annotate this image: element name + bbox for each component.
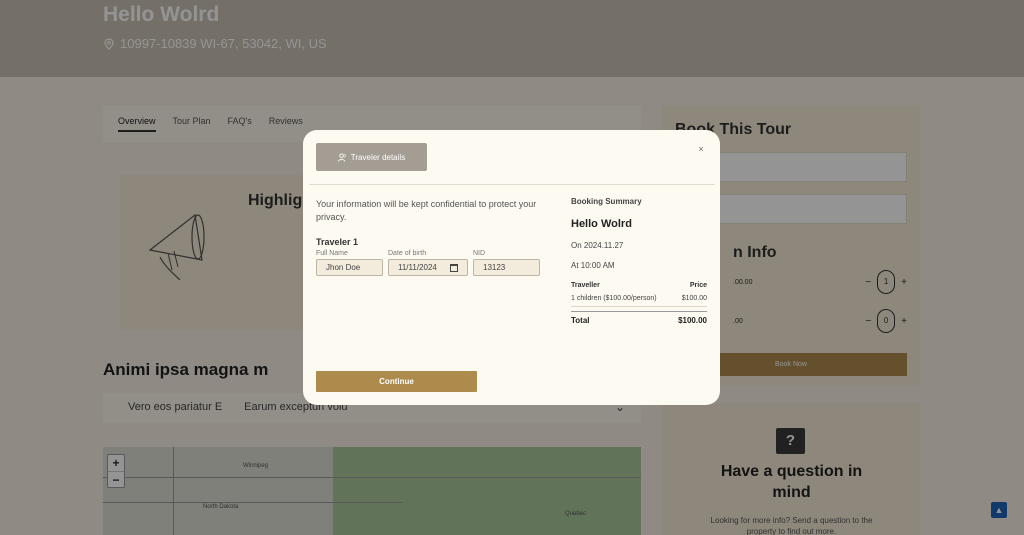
nid-field-group: NID 13123 xyxy=(473,250,540,276)
modal-divider xyxy=(309,184,715,185)
full-name-value: Jhon Doe xyxy=(326,263,361,272)
tab-traveler-details[interactable]: Traveler details xyxy=(316,143,427,171)
privacy-notice: Your information will be kept confidenti… xyxy=(316,199,537,222)
continue-button[interactable]: Continue xyxy=(316,371,477,392)
nid-input[interactable]: 13123 xyxy=(473,259,540,276)
full-name-input[interactable]: Jhon Doe xyxy=(316,259,383,276)
summary-time: At 10:00 AM xyxy=(571,261,615,270)
summary-total-label: Total xyxy=(571,316,590,325)
dob-label: Date of birth xyxy=(388,250,427,257)
tab-traveler-details-label: Traveler details xyxy=(350,152,406,162)
summary-date: On 2024.11.27 xyxy=(571,241,624,250)
summary-item-label: 1 children ($100.00/person) xyxy=(571,295,657,302)
full-name-label: Full Name xyxy=(316,250,348,257)
summary-line-item: 1 children ($100.00/person) $100.00 xyxy=(571,295,707,307)
summary-total-row: Total $100.00 xyxy=(571,311,707,325)
dob-input[interactable]: 11/11/2024 xyxy=(388,259,468,276)
close-icon[interactable]: × xyxy=(693,141,709,157)
booking-summary: Booking Summary Hello Wolrd On 2024.11.2… xyxy=(571,197,707,325)
summary-item-price: $100.00 xyxy=(681,295,707,302)
user-group-icon xyxy=(337,152,346,162)
nid-value: 13123 xyxy=(483,263,506,272)
full-name-field-group: Full Name Jhon Doe xyxy=(316,250,383,276)
summary-column-headers: Traveller Price xyxy=(571,282,707,289)
summary-traveller-header: Traveller xyxy=(571,282,600,289)
summary-total-value: $100.00 xyxy=(678,316,707,325)
summary-heading: Booking Summary xyxy=(571,197,642,206)
dob-value: 11/11/2024 xyxy=(398,263,437,272)
calendar-icon[interactable] xyxy=(450,263,458,272)
summary-price-header: Price xyxy=(689,282,707,289)
summary-tour-name: Hello Wolrd xyxy=(571,218,632,230)
traveler-heading: Traveler 1 xyxy=(316,237,359,247)
nid-label: NID xyxy=(473,250,486,257)
dob-field-group: Date of birth 11/11/2024 xyxy=(388,250,468,276)
